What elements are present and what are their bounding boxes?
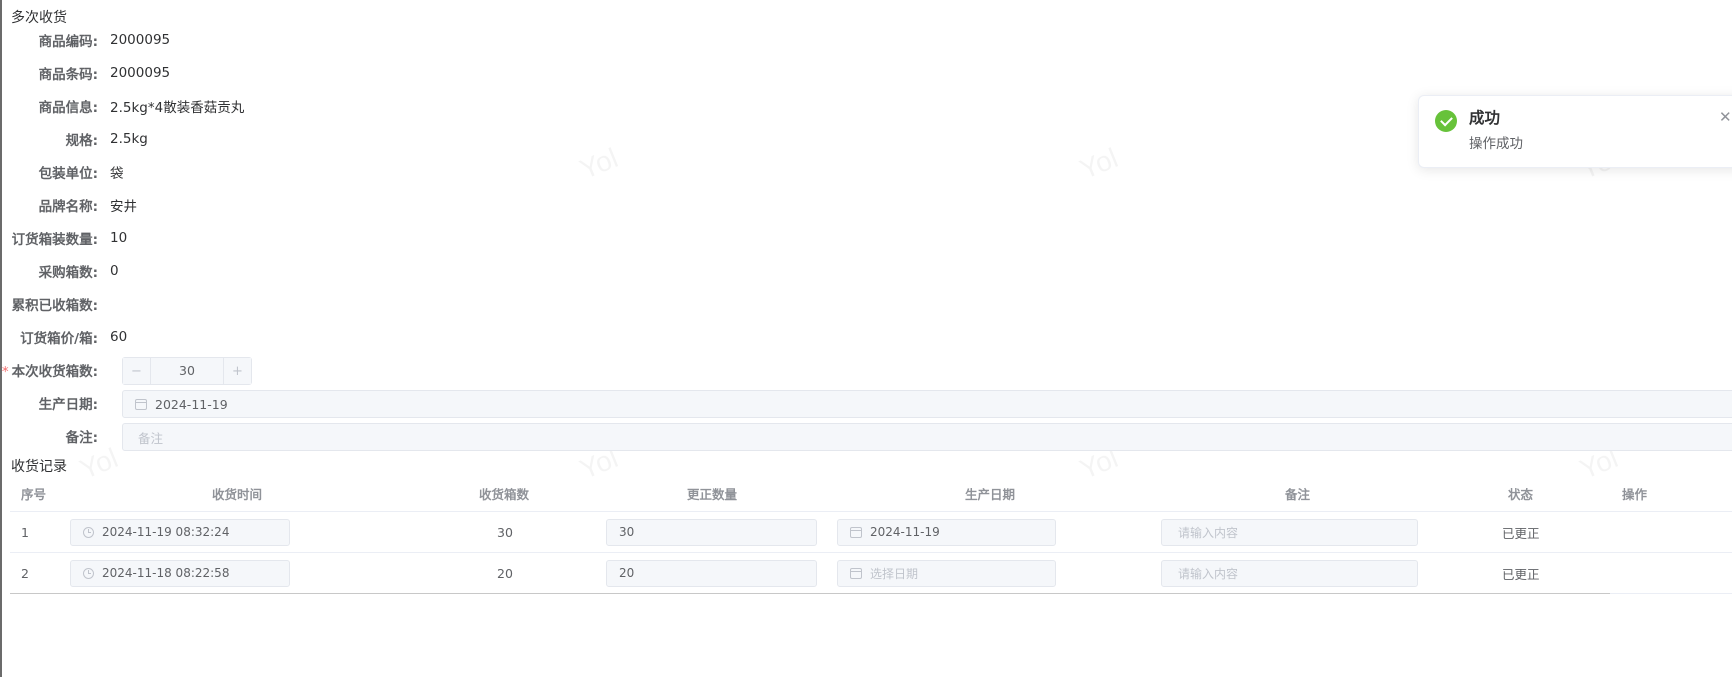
notification-title: 成功 xyxy=(1469,109,1501,127)
watermark: Yol xyxy=(1075,142,1122,186)
col-header-boxes: 收货箱数 xyxy=(479,487,530,502)
field-value: 60 xyxy=(110,329,128,345)
field-value: 袋 xyxy=(110,166,124,182)
receive-qty-stepper[interactable]: − 30 + xyxy=(122,357,252,385)
col-header-action: 操作 xyxy=(1622,487,1648,502)
field-label: 订货箱价/箱: xyxy=(20,331,98,347)
field-label: 订货箱装数量: xyxy=(11,232,98,248)
production-date-picker[interactable]: 2024-11-19 xyxy=(122,390,1732,418)
col-header-date: 生产日期 xyxy=(965,487,1016,502)
close-icon[interactable]: ✕ xyxy=(1719,108,1732,126)
field-value: 2.5kg*4散装香菇贡丸 xyxy=(110,100,245,116)
records-title: 收货记录 xyxy=(11,459,67,475)
receive-qty-input[interactable]: 30 xyxy=(151,358,223,384)
decrement-button[interactable]: − xyxy=(123,358,151,384)
row-index: 2 xyxy=(21,565,29,581)
row-date-picker[interactable]: 选择日期 xyxy=(837,559,1056,587)
table-header: 序号 收货时间 收货箱数 更正数量 生产日期 备注 状态 操作 xyxy=(10,476,1732,512)
row-remark-input[interactable]: 请输入内容 xyxy=(1161,559,1418,587)
row-status: 已更正 xyxy=(1502,566,1540,582)
required-mark: * xyxy=(1,364,9,380)
watermark: Yol xyxy=(575,142,622,186)
increment-button[interactable]: + xyxy=(223,358,251,384)
field-label: 品牌名称: xyxy=(38,199,98,215)
row-boxes: 30 xyxy=(497,524,513,540)
calendar-icon xyxy=(850,567,862,579)
col-header-status: 状态 xyxy=(1508,487,1534,502)
col-header-remark: 备注 xyxy=(1285,487,1311,502)
receive-time-picker[interactable]: 2024-11-18 08:22:58 xyxy=(70,559,290,587)
success-check-icon xyxy=(1435,110,1457,132)
field-label: 商品编码: xyxy=(38,34,98,50)
notification-message: 操作成功 xyxy=(1469,136,1523,152)
field-label: 生产日期: xyxy=(38,397,98,413)
row-status: 已更正 xyxy=(1502,525,1540,541)
row-remark-input[interactable]: 请输入内容 xyxy=(1161,518,1418,546)
receive-time-picker[interactable]: 2024-11-19 08:32:24 xyxy=(70,518,290,546)
table-row: 2 2024-11-18 08:22:58 20 20 选择日期 请输入内容 已… xyxy=(10,553,1732,594)
remark-placeholder: 备注 xyxy=(138,430,164,446)
field-row-product-code: 商品编码: 2000095 xyxy=(0,25,171,55)
production-date-value: 2024-11-19 xyxy=(155,396,228,412)
field-label: 备注: xyxy=(65,430,98,446)
col-header-time: 收货时间 xyxy=(212,487,263,502)
calendar-icon xyxy=(135,398,147,410)
records-table: 序号 收货时间 收货箱数 更正数量 生产日期 备注 状态 操作 1 2024-1… xyxy=(10,476,1732,594)
success-notification: 成功 操作成功 ✕ xyxy=(1418,95,1732,168)
calendar-icon xyxy=(850,526,862,538)
remark-input[interactable]: 备注 xyxy=(122,423,1732,451)
field-value: 2000095 xyxy=(110,65,171,81)
row-index: 1 xyxy=(21,524,29,540)
field-label: 商品条码: xyxy=(38,67,98,83)
field-row-box-qty: 订货箱装数量: 10 xyxy=(0,223,128,253)
field-value: 2000095 xyxy=(110,32,171,48)
field-row-spec: 规格: 2.5kg xyxy=(0,124,148,154)
field-value: 0 xyxy=(110,263,119,279)
field-row-product-info: 商品信息: 2.5kg*4散装香菇贡丸 xyxy=(0,91,245,121)
field-row-production-date: 生产日期: xyxy=(0,388,110,418)
table-bottom-border xyxy=(10,593,1610,594)
corrected-qty-input[interactable]: 30 xyxy=(606,518,817,546)
col-header-corrected: 更正数量 xyxy=(687,487,738,502)
corrected-qty-input[interactable]: 20 xyxy=(606,559,817,587)
field-label: * 本次收货箱数: xyxy=(1,364,98,380)
field-label: 累积已收箱数: xyxy=(11,298,98,314)
clock-icon xyxy=(83,526,94,538)
field-label: 采购箱数: xyxy=(38,265,98,281)
field-row-box-price: 订货箱价/箱: 60 xyxy=(0,322,127,352)
row-date-picker[interactable]: 2024-11-19 xyxy=(837,518,1056,546)
field-row-barcode: 商品条码: 2000095 xyxy=(0,58,171,88)
field-value: 10 xyxy=(110,230,128,246)
field-value: 2.5kg xyxy=(110,131,148,147)
col-header-index: 序号 xyxy=(21,487,47,502)
field-row-package-unit: 包装单位: 袋 xyxy=(0,157,124,187)
field-row-brand: 品牌名称: 安井 xyxy=(0,190,137,220)
field-label: 规格: xyxy=(65,133,98,149)
page-title: 多次收货 xyxy=(11,10,67,26)
field-label: 商品信息: xyxy=(38,100,98,116)
field-row-received-total: 累积已收箱数: xyxy=(0,289,110,319)
field-label: 包装单位: xyxy=(38,166,98,182)
clock-icon xyxy=(83,567,94,579)
field-row-purchase-boxes: 采购箱数: 0 xyxy=(0,256,119,286)
row-boxes: 20 xyxy=(497,565,513,581)
field-row-remark: 备注: xyxy=(0,421,110,451)
table-row: 1 2024-11-19 08:32:24 30 30 2024-11-19 请… xyxy=(10,512,1732,553)
field-row-receive-qty: * 本次收货箱数: xyxy=(0,355,110,385)
field-value: 安井 xyxy=(110,199,137,215)
